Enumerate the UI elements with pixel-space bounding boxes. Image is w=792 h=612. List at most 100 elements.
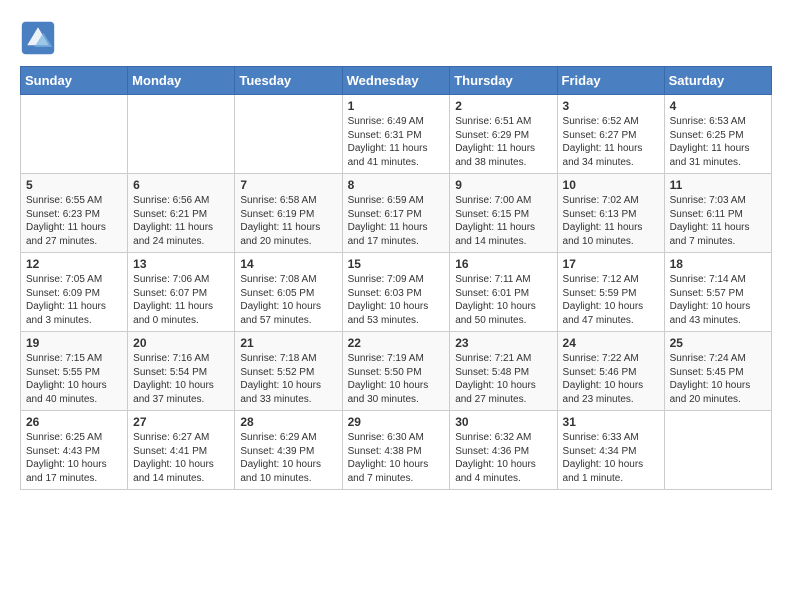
day-number: 8 xyxy=(348,178,445,192)
day-info: Sunrise: 6:32 AM Sunset: 4:36 PM Dayligh… xyxy=(455,431,551,485)
day-number: 1 xyxy=(348,99,445,113)
day-number: 14 xyxy=(240,257,336,271)
day-number: 3 xyxy=(563,99,659,113)
day-number: 15 xyxy=(348,257,445,271)
calendar-cell: 23 Sunrise: 7:21 AM Sunset: 5:48 PM Dayli… xyxy=(450,332,557,411)
calendar-cell: 11 Sunrise: 7:03 AM Sunset: 6:11 PM Dayli… xyxy=(664,174,771,253)
day-header-saturday: Saturday xyxy=(664,67,771,95)
calendar-cell: 17 Sunrise: 7:12 AM Sunset: 5:59 PM Dayli… xyxy=(557,253,664,332)
calendar-cell: 4Sunrise: 6:53 AM Sunset: 6:25 PM Daylig… xyxy=(664,95,771,174)
calendar-week-row: 12 Sunrise: 7:05 AM Sunset: 6:09 PM Dayli… xyxy=(21,253,772,332)
calendar-cell: 31Sunrise: 6:33 AM Sunset: 4:34 PM Dayli… xyxy=(557,411,664,490)
day-number: 12 xyxy=(26,257,122,271)
day-number: 10 xyxy=(563,178,659,192)
day-number: 11 xyxy=(670,178,766,192)
day-number: 18 xyxy=(670,257,766,271)
day-info: Sunrise: 6:52 AM Sunset: 6:27 PM Dayligh… xyxy=(563,115,659,169)
calendar-cell: 27 Sunrise: 6:27 AM Sunset: 4:41 PM Dayli… xyxy=(128,411,235,490)
logo-icon xyxy=(20,20,56,56)
day-info: Sunrise: 7:22 AM Sunset: 5:46 PM Dayligh… xyxy=(563,352,659,406)
calendar-cell: 5 Sunrise: 6:55 AM Sunset: 6:23 PM Daylig… xyxy=(21,174,128,253)
calendar-cell: 22Sunrise: 7:19 AM Sunset: 5:50 PM Dayli… xyxy=(342,332,450,411)
calendar-cell: 3 Sunrise: 6:52 AM Sunset: 6:27 PM Daylig… xyxy=(557,95,664,174)
day-info: Sunrise: 7:03 AM Sunset: 6:11 PM Dayligh… xyxy=(670,194,766,248)
day-number: 30 xyxy=(455,415,551,429)
calendar-cell: 12 Sunrise: 7:05 AM Sunset: 6:09 PM Dayli… xyxy=(21,253,128,332)
calendar-cell: 19 Sunrise: 7:15 AM Sunset: 5:55 PM Dayli… xyxy=(21,332,128,411)
day-number: 23 xyxy=(455,336,551,350)
calendar-week-row: 19 Sunrise: 7:15 AM Sunset: 5:55 PM Dayli… xyxy=(21,332,772,411)
calendar-cell: 29 Sunrise: 6:30 AM Sunset: 4:38 PM Dayli… xyxy=(342,411,450,490)
day-header-friday: Friday xyxy=(557,67,664,95)
day-number: 16 xyxy=(455,257,551,271)
day-info: Sunrise: 7:11 AM Sunset: 6:01 PM Dayligh… xyxy=(455,273,551,327)
day-number: 26 xyxy=(26,415,122,429)
day-info: Sunrise: 6:25 AM Sunset: 4:43 PM Dayligh… xyxy=(26,431,122,485)
calendar-cell: 9 Sunrise: 7:00 AM Sunset: 6:15 PM Daylig… xyxy=(450,174,557,253)
calendar-cell: 7 Sunrise: 6:58 AM Sunset: 6:19 PM Daylig… xyxy=(235,174,342,253)
day-number: 19 xyxy=(26,336,122,350)
day-number: 25 xyxy=(670,336,766,350)
day-header-thursday: Thursday xyxy=(450,67,557,95)
day-number: 31 xyxy=(563,415,659,429)
day-info: Sunrise: 6:56 AM Sunset: 6:21 PM Dayligh… xyxy=(133,194,229,248)
calendar-cell: 21 Sunrise: 7:18 AM Sunset: 5:52 PM Dayli… xyxy=(235,332,342,411)
day-number: 17 xyxy=(563,257,659,271)
calendar-cell: 18 Sunrise: 7:14 AM Sunset: 5:57 PM Dayli… xyxy=(664,253,771,332)
day-number: 20 xyxy=(133,336,229,350)
calendar-cell: 14 Sunrise: 7:08 AM Sunset: 6:05 PM Dayli… xyxy=(235,253,342,332)
day-info: Sunrise: 7:21 AM Sunset: 5:48 PM Dayligh… xyxy=(455,352,551,406)
calendar-cell: 24 Sunrise: 7:22 AM Sunset: 5:46 PM Dayli… xyxy=(557,332,664,411)
calendar-cell: 16 Sunrise: 7:11 AM Sunset: 6:01 PM Dayli… xyxy=(450,253,557,332)
day-info: Sunrise: 6:59 AM Sunset: 6:17 PM Dayligh… xyxy=(348,194,445,248)
day-info: Sunrise: 6:58 AM Sunset: 6:19 PM Dayligh… xyxy=(240,194,336,248)
day-info: Sunrise: 7:05 AM Sunset: 6:09 PM Dayligh… xyxy=(26,273,122,327)
day-info: Sunrise: 6:30 AM Sunset: 4:38 PM Dayligh… xyxy=(348,431,445,485)
day-number: 4 xyxy=(670,99,766,113)
day-number: 7 xyxy=(240,178,336,192)
day-number: 9 xyxy=(455,178,551,192)
day-info: Sunrise: 7:06 AM Sunset: 6:07 PM Dayligh… xyxy=(133,273,229,327)
calendar-week-row: 5 Sunrise: 6:55 AM Sunset: 6:23 PM Daylig… xyxy=(21,174,772,253)
logo xyxy=(20,20,60,56)
day-header-wednesday: Wednesday xyxy=(342,67,450,95)
calendar-week-row: 1 Sunrise: 6:49 AM Sunset: 6:31 PM Daylig… xyxy=(21,95,772,174)
calendar-week-row: 26 Sunrise: 6:25 AM Sunset: 4:43 PM Dayli… xyxy=(21,411,772,490)
day-info: Sunrise: 7:02 AM Sunset: 6:13 PM Dayligh… xyxy=(563,194,659,248)
day-info: Sunrise: 7:08 AM Sunset: 6:05 PM Dayligh… xyxy=(240,273,336,327)
day-number: 29 xyxy=(348,415,445,429)
day-number: 5 xyxy=(26,178,122,192)
calendar-table: SundayMondayTuesdayWednesdayThursdayFrid… xyxy=(20,66,772,490)
day-info: Sunrise: 7:16 AM Sunset: 5:54 PM Dayligh… xyxy=(133,352,229,406)
calendar-cell xyxy=(21,95,128,174)
calendar-cell: 30 Sunrise: 6:32 AM Sunset: 4:36 PM Dayli… xyxy=(450,411,557,490)
day-number: 28 xyxy=(240,415,336,429)
calendar-cell: 13Sunrise: 7:06 AM Sunset: 6:07 PM Dayli… xyxy=(128,253,235,332)
day-header-sunday: Sunday xyxy=(21,67,128,95)
calendar-cell: 1 Sunrise: 6:49 AM Sunset: 6:31 PM Daylig… xyxy=(342,95,450,174)
day-number: 27 xyxy=(133,415,229,429)
day-info: Sunrise: 7:14 AM Sunset: 5:57 PM Dayligh… xyxy=(670,273,766,327)
day-info: Sunrise: 7:00 AM Sunset: 6:15 PM Dayligh… xyxy=(455,194,551,248)
day-number: 2 xyxy=(455,99,551,113)
day-number: 24 xyxy=(563,336,659,350)
day-header-tuesday: Tuesday xyxy=(235,67,342,95)
calendar-cell: 25 Sunrise: 7:24 AM Sunset: 5:45 PM Dayli… xyxy=(664,332,771,411)
calendar-cell xyxy=(235,95,342,174)
day-info: Sunrise: 6:49 AM Sunset: 6:31 PM Dayligh… xyxy=(348,115,445,169)
day-info: Sunrise: 7:12 AM Sunset: 5:59 PM Dayligh… xyxy=(563,273,659,327)
day-info: Sunrise: 7:15 AM Sunset: 5:55 PM Dayligh… xyxy=(26,352,122,406)
day-info: Sunrise: 6:29 AM Sunset: 4:39 PM Dayligh… xyxy=(240,431,336,485)
calendar-cell: 15 Sunrise: 7:09 AM Sunset: 6:03 PM Dayli… xyxy=(342,253,450,332)
day-info: Sunrise: 7:18 AM Sunset: 5:52 PM Dayligh… xyxy=(240,352,336,406)
day-info: Sunrise: 6:27 AM Sunset: 4:41 PM Dayligh… xyxy=(133,431,229,485)
day-info: Sunrise: 7:09 AM Sunset: 6:03 PM Dayligh… xyxy=(348,273,445,327)
day-info: Sunrise: 7:19 AM Sunset: 5:50 PM Dayligh… xyxy=(348,352,445,406)
day-header-monday: Monday xyxy=(128,67,235,95)
day-info: Sunrise: 6:55 AM Sunset: 6:23 PM Dayligh… xyxy=(26,194,122,248)
calendar-cell xyxy=(664,411,771,490)
day-number: 21 xyxy=(240,336,336,350)
calendar-cell xyxy=(128,95,235,174)
day-info: Sunrise: 6:51 AM Sunset: 6:29 PM Dayligh… xyxy=(455,115,551,169)
day-info: Sunrise: 7:24 AM Sunset: 5:45 PM Dayligh… xyxy=(670,352,766,406)
